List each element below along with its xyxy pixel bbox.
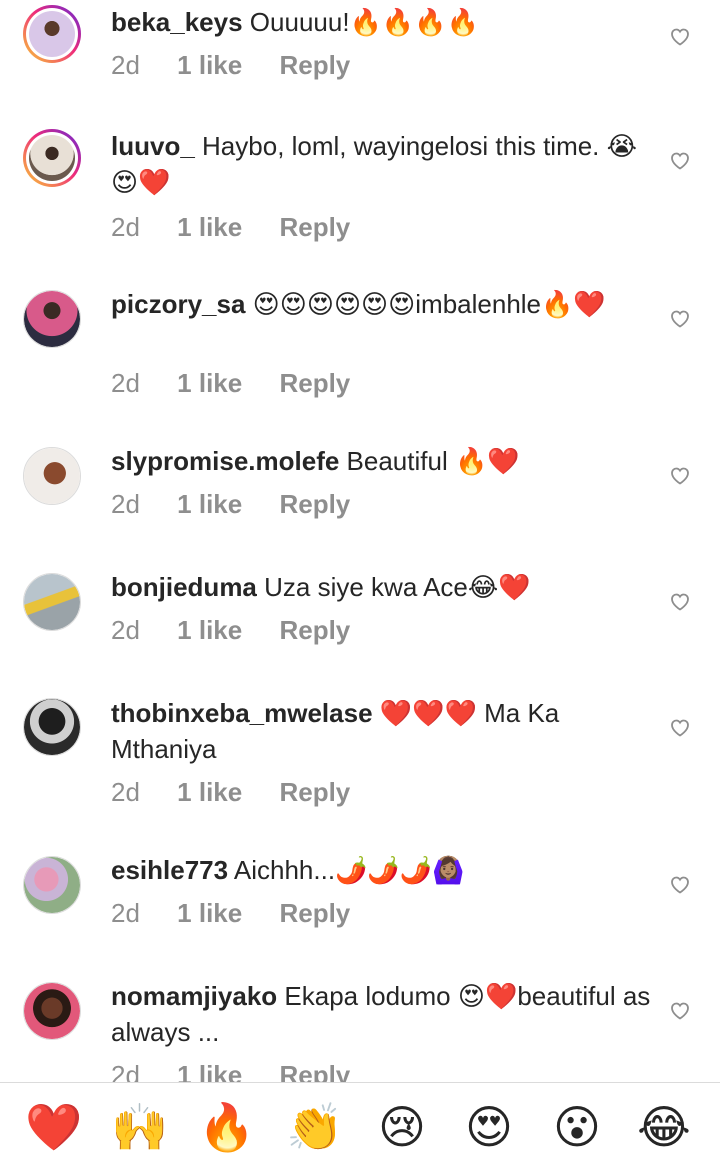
comment-meta: 2d 1 like Reply — [111, 368, 380, 399]
comment-body: 😍😍😍😍😍😍imbalenhle🔥❤️ — [252, 289, 606, 319]
comment-likes[interactable]: 1 like — [177, 368, 242, 398]
comment-likes[interactable]: 1 like — [177, 615, 242, 645]
reply-button[interactable]: Reply — [279, 777, 350, 807]
reply-button[interactable]: Reply — [279, 368, 350, 398]
avatar[interactable] — [23, 447, 81, 505]
comment-time: 2d — [111, 898, 140, 928]
comment-username[interactable]: nomamjiyako — [111, 981, 277, 1011]
comment-meta: 2d 1 like Reply — [111, 489, 380, 520]
emoji-raised-hands-button[interactable]: 🙌 — [108, 1097, 172, 1157]
comment-meta: 2d 1 like Reply — [111, 898, 380, 929]
comment-username[interactable]: luuvo_ — [111, 131, 195, 161]
avatar[interactable] — [23, 573, 81, 631]
avatar[interactable] — [23, 290, 81, 348]
comment-body: Beautiful 🔥❤️ — [346, 446, 520, 476]
comment-likes[interactable]: 1 like — [177, 50, 242, 80]
avatar[interactable] — [23, 856, 81, 914]
reply-button[interactable]: Reply — [279, 615, 350, 645]
comment-body: Aichhh...🌶️🌶️🌶️🙆🏽‍♀️ — [233, 855, 465, 885]
comment-time: 2d — [111, 50, 140, 80]
reply-button[interactable]: Reply — [279, 898, 350, 928]
comment-time: 2d — [111, 489, 140, 519]
comment-likes[interactable]: 1 like — [177, 777, 242, 807]
emoji-sad-button[interactable]: 😢 — [370, 1097, 434, 1157]
heart-outline-icon[interactable] — [668, 24, 692, 48]
comment-text: piczory_sa 😍😍😍😍😍😍imbalenhle🔥❤️ — [111, 286, 651, 322]
comment-text: beka_keys Ouuuuu!🔥🔥🔥🔥 — [111, 4, 651, 40]
comment-text: slypromise.molefe Beautiful 🔥❤️ — [111, 443, 651, 479]
heart-outline-icon[interactable] — [668, 589, 692, 613]
comment-text: bonjieduma Uza siye kwa Ace😂❤️ — [111, 569, 651, 605]
avatar[interactable] — [23, 5, 81, 63]
reply-button[interactable]: Reply — [279, 489, 350, 519]
comment-text: thobinxeba_mwelase ❤️❤️❤️ Ma Ka Mthaniya — [111, 695, 651, 767]
comment-username[interactable]: bonjieduma — [111, 572, 257, 602]
comment-likes[interactable]: 1 like — [177, 489, 242, 519]
comment-body: Ouuuuu!🔥🔥🔥🔥 — [249, 7, 480, 37]
comment-time: 2d — [111, 212, 140, 242]
comment-meta: 2d 1 like Reply — [111, 615, 380, 646]
heart-outline-icon[interactable] — [668, 715, 692, 739]
reply-button[interactable]: Reply — [279, 212, 350, 242]
heart-outline-icon[interactable] — [668, 306, 692, 330]
heart-outline-icon[interactable] — [668, 148, 692, 172]
comment-likes[interactable]: 1 like — [177, 898, 242, 928]
comment-username[interactable]: slypromise.molefe — [111, 446, 339, 476]
heart-outline-icon[interactable] — [668, 463, 692, 487]
avatar[interactable] — [23, 982, 81, 1040]
comment-username[interactable]: piczory_sa — [111, 289, 245, 319]
comment-time: 2d — [111, 368, 140, 398]
comment-username[interactable]: thobinxeba_mwelase — [111, 698, 373, 728]
reply-button[interactable]: Reply — [279, 50, 350, 80]
comment-text: luuvo_ Haybo, loml, wayingelosi this tim… — [111, 128, 651, 200]
comment-likes[interactable]: 1 like — [177, 212, 242, 242]
emoji-clap-button[interactable]: 👏 — [283, 1097, 347, 1157]
comment-meta: 2d 1 like Reply — [111, 777, 380, 808]
comment-text: nomamjiyako Ekapa lodumo 😍❤️beautiful as… — [111, 978, 651, 1050]
heart-outline-icon[interactable] — [668, 998, 692, 1022]
heart-outline-icon[interactable] — [668, 872, 692, 896]
comment-body: Uza siye kwa Ace😂❤️ — [264, 572, 531, 602]
comment-meta: 2d 1 like Reply — [111, 50, 380, 81]
quick-emoji-bar: ❤️ 🙌 🔥 👏 😢 😍 😮 😂 — [0, 1082, 720, 1169]
emoji-surprised-button[interactable]: 😮 — [545, 1097, 609, 1157]
comment-username[interactable]: beka_keys — [111, 7, 243, 37]
avatar[interactable] — [23, 698, 81, 756]
comment-text: esihle773 Aichhh...🌶️🌶️🌶️🙆🏽‍♀️ — [111, 852, 651, 888]
comment-username[interactable]: esihle773 — [111, 855, 228, 885]
emoji-heart-button[interactable]: ❤️ — [22, 1097, 86, 1157]
comment-time: 2d — [111, 777, 140, 807]
emoji-heart-eyes-button[interactable]: 😍 — [457, 1097, 521, 1157]
emoji-fire-button[interactable]: 🔥 — [195, 1097, 259, 1157]
comment-time: 2d — [111, 615, 140, 645]
comment-meta: 2d 1 like Reply — [111, 212, 380, 243]
emoji-laughing-button[interactable]: 😂 — [632, 1097, 696, 1157]
avatar[interactable] — [23, 129, 81, 187]
